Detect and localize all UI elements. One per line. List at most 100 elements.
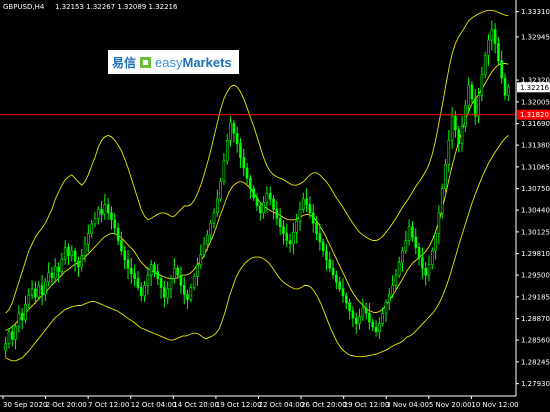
- candle-body: [235, 133, 239, 145]
- candle-body: [358, 316, 361, 324]
- candle-body: [371, 321, 375, 328]
- candle-body: [63, 247, 67, 260]
- y-tick-label: 1.29185: [521, 293, 550, 301]
- candle-body: [414, 236, 418, 248]
- candle-body: [156, 271, 160, 279]
- y-tick-label: 1.31380: [521, 142, 550, 150]
- candle-body: [500, 60, 504, 79]
- candle-body: [480, 74, 484, 96]
- candle-body: [242, 157, 246, 169]
- candle-body: [179, 274, 183, 286]
- y-tick-label: 1.29500: [521, 272, 550, 280]
- candle-body: [262, 202, 265, 214]
- candle-body: [4, 343, 7, 351]
- y-tick-label: 1.29810: [521, 250, 550, 258]
- candle-body: [77, 260, 80, 268]
- candle-body: [483, 54, 487, 75]
- x-tick-label: 12 Oct 04:00: [131, 401, 177, 409]
- y-tick-label: 1.27930: [521, 380, 550, 388]
- logo-brand-light: easy: [155, 54, 183, 70]
- candle-body: [189, 287, 193, 300]
- candle-body: [67, 247, 70, 257]
- candle-body: [348, 302, 351, 312]
- candle-body: [93, 218, 97, 225]
- candle-body: [50, 272, 54, 279]
- candle: [483, 51, 487, 79]
- y-tick-label: 1.28870: [521, 315, 550, 323]
- candle-body: [10, 331, 14, 340]
- candle-body: [44, 281, 47, 295]
- current-price-tag: 1.32216: [517, 82, 550, 93]
- x-tick-label: 5 Nov 20:00: [429, 401, 472, 409]
- level-price-tag: 1.31820: [517, 109, 550, 120]
- candle-body: [136, 278, 140, 288]
- x-tick-label: 2 Oct 20:00: [46, 401, 87, 409]
- candle-body: [421, 257, 424, 269]
- candle-body: [315, 222, 318, 234]
- candle-body: [378, 323, 381, 333]
- candle-body: [434, 233, 437, 252]
- candle-body: [225, 139, 229, 162]
- logo-mark-icon: [140, 56, 152, 68]
- candle-body: [321, 241, 325, 252]
- candle-body: [176, 267, 179, 276]
- candle-body: [292, 231, 295, 245]
- x-tick-label: 7 Oct 12:00: [88, 401, 129, 409]
- candle-body: [24, 303, 27, 321]
- candle-body: [272, 198, 275, 210]
- symbol-timeframe: GBPUSD,H4: [3, 3, 45, 11]
- candle-body: [338, 281, 341, 290]
- candle-body: [282, 226, 285, 234]
- candle-body: [113, 219, 117, 229]
- candle-body: [222, 160, 226, 183]
- candle-body: [7, 331, 11, 344]
- candle-body: [401, 250, 404, 263]
- candle-body: [87, 233, 90, 245]
- candle-body: [341, 288, 345, 297]
- y-tick-label: 1.30440: [521, 207, 550, 215]
- y-tick-label: 1.28560: [521, 337, 550, 345]
- candle-body: [34, 288, 37, 298]
- candle-body: [344, 295, 348, 304]
- candle-body: [275, 209, 279, 219]
- candle-body: [470, 84, 474, 100]
- candle-body: [146, 274, 150, 286]
- x-tick-label: 3 Nov 04:00: [386, 401, 429, 409]
- candle-body: [173, 267, 176, 279]
- candle-body: [83, 243, 87, 257]
- candle-body: [497, 43, 500, 62]
- candle-body: [361, 307, 365, 317]
- candle-body: [311, 212, 315, 224]
- candle-body: [473, 98, 477, 117]
- candle-body: [424, 267, 427, 276]
- candle-body: [302, 198, 305, 210]
- candle-body: [259, 205, 262, 214]
- logo-brand-bold: Markets: [182, 54, 232, 70]
- candle-body: [490, 29, 494, 41]
- candle-body: [229, 122, 232, 141]
- candle-body: [40, 285, 44, 295]
- candle-body: [30, 288, 34, 296]
- candle-body: [308, 204, 312, 214]
- y-tick-label: 1.31065: [521, 163, 550, 171]
- current-price-label: 1.32216: [520, 84, 549, 92]
- candle-body: [60, 258, 64, 272]
- candle-body: [120, 240, 123, 252]
- candle-body: [493, 29, 497, 44]
- logo-brand: easyMarkets: [155, 55, 232, 70]
- x-tick-label: 14 Oct 20:00: [173, 401, 219, 409]
- chart-background: [0, 0, 550, 412]
- candle-body: [464, 105, 467, 127]
- candle-body: [130, 267, 133, 275]
- candle-body: [450, 115, 454, 141]
- price-chart[interactable]: 1.333101.329451.323201.320051.316901.313…: [0, 0, 550, 412]
- candle-body: [212, 212, 216, 224]
- candle-body: [417, 247, 421, 259]
- candle-body: [411, 226, 414, 238]
- candle-body: [20, 312, 24, 321]
- y-tick-label: 1.33310: [521, 8, 550, 16]
- candle-body: [73, 250, 77, 262]
- candle-body: [209, 222, 212, 236]
- candle-body: [391, 285, 394, 295]
- candle-body: [268, 193, 272, 200]
